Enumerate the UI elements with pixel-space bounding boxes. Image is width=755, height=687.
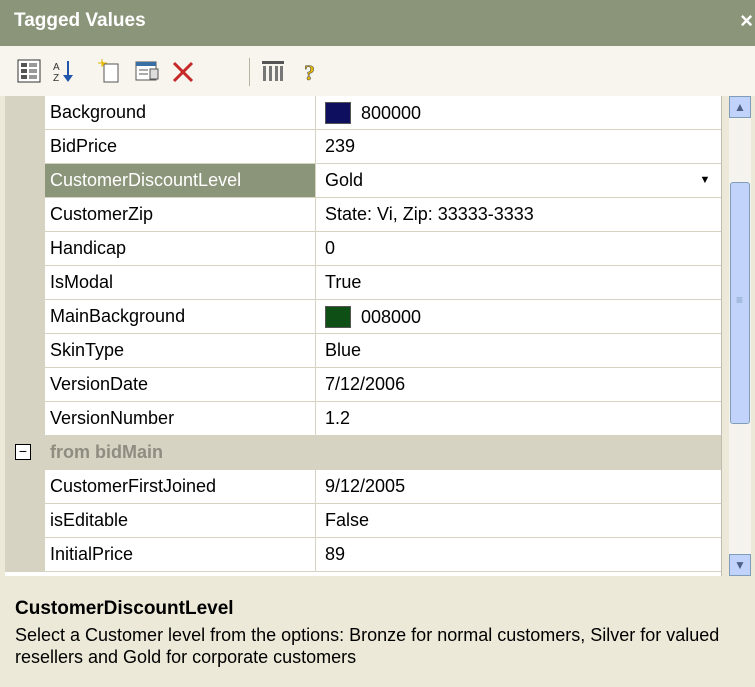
collapse-toggle-icon[interactable]: − [15,444,31,460]
property-value-dropdown[interactable]: Gold [325,170,363,191]
property-value[interactable]: False [325,510,369,531]
properties-icon[interactable] [132,56,162,86]
scroll-thumb[interactable]: ≡ [730,182,750,424]
property-row[interactable]: IsModal True [5,266,721,300]
property-row[interactable]: VersionDate 7/12/2006 [5,368,721,402]
svg-text:A: A [53,62,60,73]
property-row[interactable]: CustomerZip State: Vi, Zip: 33333-3333 [5,198,721,232]
property-name: InitialPrice [50,544,134,564]
property-value[interactable]: 7/12/2006 [325,374,405,395]
description-text: Select a Customer level from the options… [15,625,720,667]
property-row[interactable]: CustomerFirstJoined 9/12/2005 [5,470,721,504]
property-name: isEditable [50,510,129,530]
property-row[interactable]: Handicap 0 [5,232,721,266]
chevron-down-icon[interactable]: ▼ [695,170,715,190]
close-icon[interactable]: × [740,8,753,34]
title-bar: Tagged Values × [0,0,755,46]
scroll-up-icon[interactable]: ▲ [729,96,751,118]
property-value[interactable]: 9/12/2005 [325,476,405,497]
property-name: CustomerZip [50,204,154,224]
window-title: Tagged Values [14,10,146,31]
toolbar: AZ ? [0,46,755,96]
svg-text:?: ? [304,60,315,84]
property-row[interactable]: BidPrice 239 [5,130,721,164]
scroll-down-icon[interactable]: ▼ [729,554,751,576]
property-name: CustomerDiscountLevel [50,170,242,190]
category-row[interactable]: − from bidMain [5,436,721,470]
property-value[interactable]: State: Vi, Zip: 33333-3333 [325,204,534,225]
columns-icon[interactable] [258,56,288,86]
toolbar-separator [249,58,250,86]
delete-icon[interactable] [168,56,198,86]
alphabetical-sort-icon[interactable]: AZ [48,56,78,86]
property-value[interactable]: True [325,272,361,293]
svg-text:Z: Z [53,73,59,84]
property-row[interactable]: Background 800000 [5,96,721,130]
color-swatch [325,102,351,124]
property-name: SkinType [50,340,125,360]
property-value[interactable]: 89 [325,544,345,565]
help-icon[interactable]: ? [296,56,326,86]
property-value[interactable]: 0 [325,238,335,259]
description-pane: CustomerDiscountLevel Select a Customer … [5,584,750,687]
property-name: Background [50,102,147,122]
property-name: MainBackground [50,306,186,326]
property-value[interactable]: 239 [325,136,355,157]
vertical-scrollbar[interactable]: ▲ ≡ ▼ [729,96,751,576]
row-gutter [5,96,45,129]
property-row[interactable]: InitialPrice 89 [5,538,721,572]
property-name: IsModal [50,272,114,292]
property-name: VersionDate [50,374,149,394]
property-name: VersionNumber [50,408,175,428]
property-value[interactable]: 008000 [325,306,421,328]
categorized-icon[interactable] [14,56,44,86]
property-value[interactable]: 800000 [325,102,421,124]
property-name: CustomerFirstJoined [50,476,217,496]
description-title: CustomerDiscountLevel [15,598,234,619]
category-label: from bidMain [50,442,163,462]
property-row[interactable]: MainBackground 008000 [5,300,721,334]
property-name: BidPrice [50,136,118,156]
property-name: Handicap [50,238,127,258]
property-value[interactable]: 1.2 [325,408,350,429]
color-swatch [325,306,351,328]
property-value[interactable]: Blue [325,340,361,361]
property-row[interactable]: isEditable False [5,504,721,538]
grip-icon: ≡ [736,293,744,307]
property-row[interactable]: VersionNumber 1.2 [5,402,721,436]
property-grid: Background 800000 BidPrice 239 CustomerD… [5,96,722,576]
property-row[interactable]: SkinType Blue [5,334,721,368]
new-tag-icon[interactable] [96,56,126,86]
property-row-selected[interactable]: CustomerDiscountLevel Gold ▼ [5,164,721,198]
